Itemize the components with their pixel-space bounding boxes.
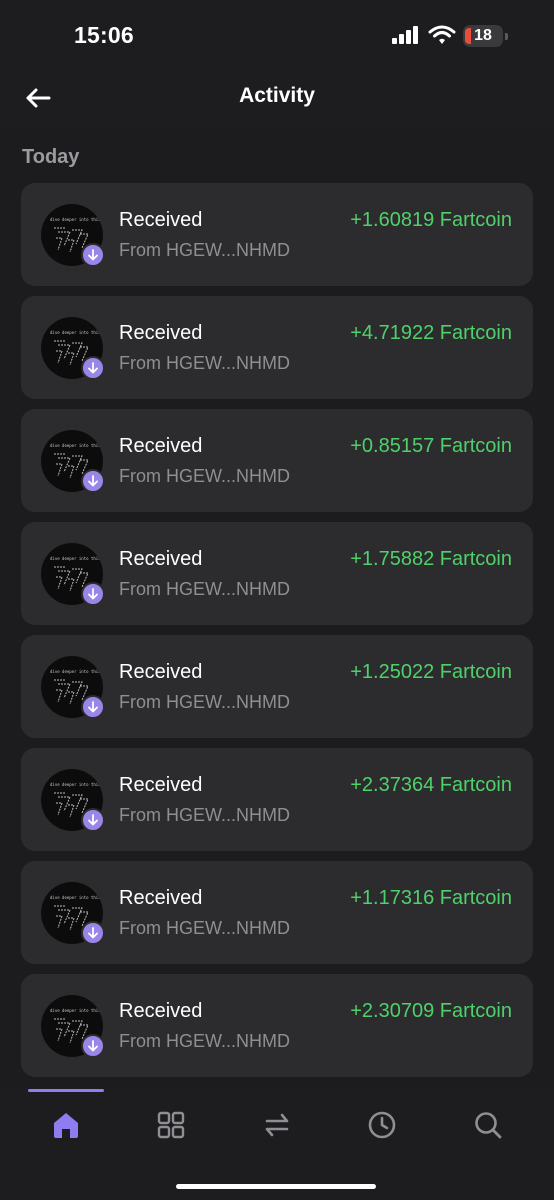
received-badge — [81, 695, 105, 719]
transaction-sender: From HGEW...NHMD — [119, 466, 290, 486]
arrow-down-icon — [88, 475, 98, 487]
transaction-sender: From HGEW...NHMD — [119, 1031, 290, 1051]
avatar-caption: dive deeper into this — [50, 895, 101, 900]
arrow-down-icon — [88, 249, 98, 261]
transaction-card[interactable]: dive deeper into this Received From HGEW… — [21, 748, 533, 851]
received-badge — [81, 356, 105, 380]
transaction-amount: +4.71922 Fartcoin — [350, 322, 512, 344]
transaction-title: Received — [119, 548, 203, 570]
transaction-sender: From HGEW...NHMD — [119, 579, 290, 599]
tab-home[interactable] — [46, 1107, 86, 1143]
grid-icon — [157, 1111, 185, 1139]
received-badge — [81, 582, 105, 606]
transaction-title: Received — [119, 435, 203, 457]
arrow-down-icon — [88, 927, 98, 939]
transaction-sender: From HGEW...NHMD — [119, 692, 290, 712]
transaction-title: Received — [119, 322, 203, 344]
cellular-signal-icon — [392, 26, 418, 44]
active-tab-indicator — [28, 1089, 104, 1092]
received-badge — [81, 243, 105, 267]
avatar-caption: dive deeper into this — [50, 556, 101, 561]
home-indicator — [176, 1184, 376, 1189]
wifi-icon — [428, 25, 456, 44]
home-icon — [54, 1113, 78, 1138]
arrow-down-icon — [88, 588, 98, 600]
transaction-sender: From HGEW...NHMD — [119, 805, 290, 825]
transaction-sender: From HGEW...NHMD — [119, 353, 290, 373]
avatar-caption: dive deeper into this — [50, 443, 101, 448]
transaction-card[interactable]: dive deeper into this Received From HGEW… — [21, 296, 533, 399]
transaction-amount: +1.75882 Fartcoin — [350, 548, 512, 570]
tab-grid[interactable] — [151, 1107, 191, 1143]
transaction-sender: From HGEW...NHMD — [119, 240, 290, 260]
avatar-caption: dive deeper into this — [50, 782, 101, 787]
transaction-card[interactable]: dive deeper into this Received From HGEW… — [21, 974, 533, 1077]
transaction-amount: +1.17316 Fartcoin — [350, 887, 512, 909]
transaction-amount: +2.30709 Fartcoin — [350, 1000, 512, 1022]
page-title: Activity — [239, 84, 315, 107]
received-badge — [81, 469, 105, 493]
transaction-title: Received — [119, 887, 203, 909]
avatar-caption: dive deeper into this — [50, 669, 101, 674]
received-badge — [81, 921, 105, 945]
transaction-title: Received — [119, 1000, 203, 1022]
arrow-down-icon — [88, 701, 98, 713]
received-badge — [81, 808, 105, 832]
section-label-today: Today — [22, 146, 80, 168]
transaction-card[interactable]: dive deeper into this Received From HGEW… — [21, 522, 533, 625]
arrow-down-icon — [88, 362, 98, 374]
avatar-caption: dive deeper into this — [50, 1008, 101, 1013]
transaction-card[interactable]: dive deeper into this Received From HGEW… — [21, 183, 533, 286]
arrow-down-icon — [88, 814, 98, 826]
transaction-amount: +2.37364 Fartcoin — [350, 774, 512, 796]
transaction-card[interactable]: dive deeper into this Received From HGEW… — [21, 635, 533, 738]
status-time: 15:06 — [74, 22, 134, 48]
arrow-down-icon — [88, 1040, 98, 1052]
transaction-list: dive deeper into this Received From HGEW… — [21, 183, 533, 1087]
avatar-caption: dive deeper into this — [50, 330, 101, 335]
search-icon — [475, 1112, 502, 1139]
transaction-amount: +1.25022 Fartcoin — [350, 661, 512, 683]
received-badge — [81, 1034, 105, 1058]
clock-icon — [368, 1111, 396, 1139]
header: Activity — [0, 70, 554, 126]
tab-search[interactable] — [468, 1107, 508, 1143]
tab-swap[interactable] — [257, 1107, 297, 1143]
transaction-title: Received — [119, 209, 203, 231]
transaction-card[interactable]: dive deeper into this Received From HGEW… — [21, 861, 533, 964]
transaction-amount: +1.60819 Fartcoin — [350, 209, 512, 231]
transaction-sender: From HGEW...NHMD — [119, 918, 290, 938]
battery-level: 18 — [474, 27, 492, 44]
transaction-amount: +0.85157 Fartcoin — [350, 435, 512, 457]
tab-history[interactable] — [362, 1107, 402, 1143]
avatar-caption: dive deeper into this — [50, 217, 101, 222]
battery-indicator: 18 — [463, 25, 508, 47]
transaction-title: Received — [119, 661, 203, 683]
swap-icon — [265, 1113, 289, 1137]
status-bar: 15:06 18 — [0, 0, 554, 70]
transaction-card[interactable]: dive deeper into this Received From HGEW… — [21, 409, 533, 512]
transaction-title: Received — [119, 774, 203, 796]
